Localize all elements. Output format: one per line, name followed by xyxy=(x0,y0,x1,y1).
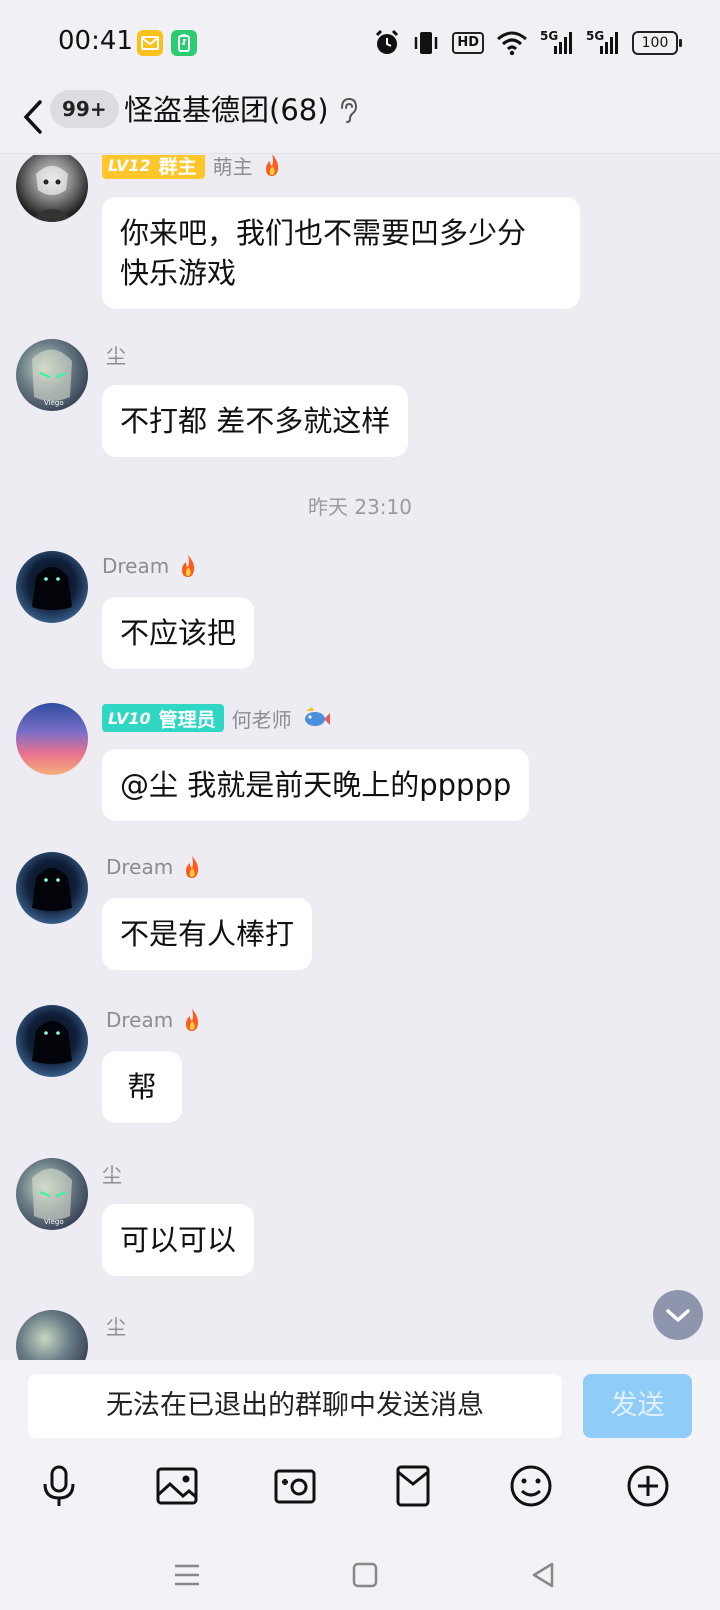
unread-count-badge[interactable]: 99+ xyxy=(50,90,119,128)
avatar[interactable] xyxy=(16,852,88,924)
flame-icon xyxy=(182,555,195,577)
sender-name[interactable]: 尘 xyxy=(106,340,126,369)
earpiece-mode-icon[interactable] xyxy=(336,96,360,124)
camera-icon[interactable] xyxy=(271,1462,319,1510)
chevron-down-icon xyxy=(666,1309,690,1322)
mail-notification-icon xyxy=(137,30,163,56)
battery-icon: 100 xyxy=(632,31,682,55)
sender-name[interactable]: 尘 xyxy=(106,1311,126,1340)
avatar[interactable] xyxy=(16,551,88,623)
wifi-icon xyxy=(497,31,527,56)
fish-icon xyxy=(304,707,330,726)
back-nav-icon[interactable] xyxy=(528,1560,558,1590)
signal-5g-icon: 5G xyxy=(540,30,574,56)
back-button[interactable] xyxy=(18,94,48,140)
status-bar: 00:41 HD 5G 5G 100 xyxy=(0,0,720,84)
message-bubble[interactable]: 不应该把 xyxy=(102,597,255,669)
avatar[interactable]: Viego xyxy=(16,339,88,411)
battery-saver-icon xyxy=(171,30,197,56)
home-icon[interactable] xyxy=(350,1560,380,1590)
plus-icon[interactable] xyxy=(624,1462,672,1510)
microphone-icon[interactable] xyxy=(35,1462,83,1510)
sender-name[interactable]: Dream xyxy=(106,1008,173,1032)
message-bubble[interactable]: 可以可以 xyxy=(102,1204,255,1276)
input-area: 无法在已退出的群聊中发送消息 发送 xyxy=(0,1360,720,1610)
message-bubble[interactable]: 帮 xyxy=(102,1051,182,1123)
hd-icon: HD xyxy=(452,32,484,54)
chevron-left-icon xyxy=(23,100,42,134)
svg-text:Viego: Viego xyxy=(44,399,64,407)
sender-name[interactable]: 萌主 xyxy=(213,155,253,180)
flame-icon xyxy=(186,856,199,878)
level-badge: LV10 管理员 xyxy=(102,704,224,732)
message-bubble[interactable]: @尘 我就是前天晚上的ppppp xyxy=(102,749,530,821)
message-bubble[interactable]: 你来吧，我们也不需要凹多少分 快乐游戏 xyxy=(102,197,580,309)
send-button[interactable]: 发送 xyxy=(583,1374,692,1438)
image-icon[interactable] xyxy=(153,1462,201,1510)
message-input[interactable]: 无法在已退出的群聊中发送消息 xyxy=(28,1374,562,1438)
message-timestamp: 昨天 23:10 xyxy=(308,495,412,519)
sender-name[interactable]: 尘 xyxy=(102,1159,122,1188)
avatar[interactable] xyxy=(16,155,88,222)
flame-icon xyxy=(186,1009,199,1031)
alarm-icon xyxy=(376,29,399,54)
status-time: 00:41 xyxy=(58,26,133,56)
sender-name[interactable]: Dream xyxy=(106,855,173,879)
emoji-icon[interactable] xyxy=(507,1462,555,1510)
vibrate-icon xyxy=(415,32,438,54)
avatar[interactable] xyxy=(16,1310,88,1360)
scroll-to-bottom-button[interactable] xyxy=(653,1290,703,1340)
sender-name[interactable]: 何老师 xyxy=(232,704,292,733)
page-title[interactable]: 怪盗基德团(68) xyxy=(124,90,329,130)
level-badge: LV12 群主 xyxy=(102,155,205,179)
flame-icon xyxy=(265,155,278,176)
avatar[interactable] xyxy=(16,1005,88,1077)
message-bubble[interactable]: 不打都 差不多就这样 xyxy=(102,385,409,457)
sender-name[interactable]: Dream xyxy=(102,554,169,578)
menu-icon[interactable] xyxy=(172,1560,202,1590)
message-list[interactable]: LV12 群主 萌主 你来吧，我们也不需要凹多少分 快乐游戏 Viego 尘 不打… xyxy=(0,155,720,1360)
avatar[interactable]: Viego xyxy=(16,1158,88,1230)
svg-text:Viego: Viego xyxy=(44,1218,64,1226)
red-packet-icon[interactable] xyxy=(389,1462,437,1510)
message-bubble[interactable]: 不是有人棒打 xyxy=(102,898,313,970)
avatar[interactable] xyxy=(16,703,88,775)
chat-header: 99+ 怪盗基德团(68) xyxy=(0,84,720,154)
signal-5g-icon: 5G xyxy=(586,30,620,56)
